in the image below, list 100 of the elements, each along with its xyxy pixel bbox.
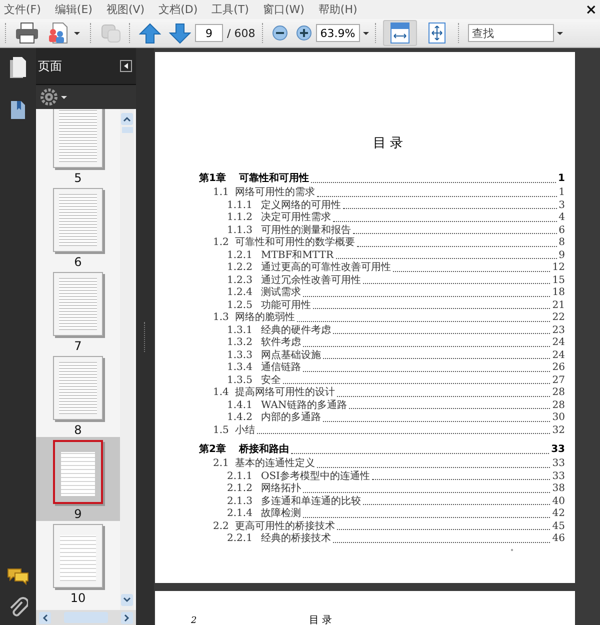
toc-number: 1.2: [213, 237, 230, 250]
toc-number: 2.2: [213, 520, 230, 533]
toc-page-number: 8: [558, 237, 565, 250]
toc-title-text[interactable]: 提高网络可用性的设计: [235, 387, 335, 400]
toc-number: 第1章: [199, 172, 227, 186]
page-label: 7: [74, 339, 82, 353]
panel-title: 页面: [38, 58, 62, 74]
toc-page-number: 22: [552, 312, 565, 324]
toc-title-text[interactable]: 网络拓扑: [261, 483, 301, 496]
toc-page-number: 27: [552, 374, 565, 387]
toc-title-text[interactable]: 通信链路: [261, 362, 301, 374]
toc-title-text[interactable]: MTBF和MTTR: [261, 250, 334, 262]
menu-item[interactable]: 编辑(E): [52, 2, 98, 17]
toc-title-text[interactable]: 通过更高的可靠性改善可用性: [261, 262, 391, 274]
toc-title-text[interactable]: 软件考虑: [261, 337, 301, 350]
menu-item[interactable]: 文件(F): [2, 2, 47, 17]
toc-number: 1.1.1: [227, 200, 254, 212]
toc-page-number: 1: [558, 187, 565, 200]
toc-number: 1.3.3: [227, 350, 254, 362]
toc-number: 第2章: [199, 443, 227, 457]
toc-number: 1.4.1: [227, 400, 254, 412]
menu-item[interactable]: 窗口(W): [260, 2, 310, 17]
page-count: / 608: [227, 26, 256, 40]
menu-item[interactable]: 文档(D): [156, 2, 204, 17]
toc-number: 1.4.2: [227, 412, 254, 424]
toc-title-text[interactable]: 故障检测: [261, 508, 301, 520]
toc-page-number: 3: [558, 200, 565, 212]
toc-title: 目 录: [372, 135, 404, 152]
toc-title-text[interactable]: 通过冗余性改善可用性: [261, 274, 361, 287]
toc-page-number: 15: [552, 274, 565, 287]
toc-page-number: 38: [552, 483, 565, 496]
toc-page-number: 33: [551, 443, 565, 457]
toc-title-text[interactable]: 定义网络的可用性: [261, 200, 341, 212]
toc-page-number: 40: [552, 496, 565, 508]
toc-page-number: 30: [552, 412, 565, 424]
menu-item[interactable]: 帮助(H): [316, 2, 364, 17]
toc-number: 1.3: [213, 312, 230, 324]
page-number: 2: [191, 616, 198, 625]
toc-title-text[interactable]: OSI参考模型中的连通性: [261, 470, 370, 483]
toc-number: 1.2.4: [227, 287, 254, 300]
menu-item[interactable]: 工具(T): [210, 2, 255, 17]
toc-title-text[interactable]: 经典的桥接技术: [261, 533, 331, 546]
toc-page-number: 32: [552, 424, 565, 437]
toc-title-text[interactable]: 功能可用性: [261, 300, 311, 312]
toc-page-number: 23: [552, 324, 565, 337]
toc-page-number: 33: [552, 458, 565, 470]
toc-title-text[interactable]: 决定可用性需求: [261, 212, 331, 224]
zoom-field[interactable]: 63.9%: [316, 24, 360, 42]
toc-number: 1.3.2: [227, 337, 254, 350]
page-label: 6: [74, 255, 82, 269]
toc-page-number: 4: [558, 212, 565, 224]
toc-title-text[interactable]: 桥接和路由: [239, 443, 289, 457]
toc-title-text[interactable]: 更高可用性的桥接技术: [235, 520, 335, 533]
toc-title-text[interactable]: 经典的硬件考虑: [261, 324, 331, 337]
toc-number: 1.2.5: [227, 300, 254, 312]
toc-page-number: 6: [558, 224, 565, 237]
search-field[interactable]: 查找: [468, 24, 554, 42]
toc-number: 1.4: [213, 387, 230, 400]
toc-number: 2.1.1: [227, 470, 254, 483]
toc-number: 1.1.3: [227, 224, 254, 236]
toc-number: 1.2.3: [227, 274, 254, 287]
toc-number: 1.2.2: [227, 262, 254, 274]
page-label: 5: [74, 171, 82, 185]
toc-page-number: 46: [552, 533, 565, 546]
running-header: 目 录: [309, 614, 332, 625]
page-label: 9: [74, 507, 82, 521]
page-label: 10: [70, 591, 86, 605]
toc-page-number: 45: [552, 520, 565, 533]
toc-number: 2.1.2: [227, 483, 254, 496]
toc-page-number: 24: [552, 337, 565, 350]
toc-title-text[interactable]: 可靠性和可用性: [239, 172, 309, 186]
toc-page-number: 24: [552, 350, 565, 362]
toc-page-number: 33: [552, 470, 565, 483]
toc-title-text[interactable]: 可靠性和可用性的数学概要: [235, 237, 355, 250]
toc-number: 1.3.1: [227, 324, 254, 337]
toc-title-text[interactable]: 安全: [261, 374, 281, 387]
menu-item[interactable]: 视图(V): [104, 2, 151, 17]
toc-title-text[interactable]: 小结: [235, 424, 255, 437]
toc-page-number: 1: [558, 172, 565, 186]
toc-page-number: 28: [552, 387, 565, 400]
page-label: 8: [74, 423, 82, 437]
toc-page-number: 26: [552, 362, 565, 374]
toc-title-text[interactable]: 网点基础设施: [261, 350, 321, 362]
toc-number: 2.2.1: [227, 533, 254, 546]
toc-number: 2.1: [213, 458, 230, 470]
toc-page-number: 28: [552, 400, 565, 412]
toc-number: 1.1.2: [227, 212, 254, 224]
toc-title-text[interactable]: 测试需求: [261, 287, 301, 300]
toc-page-number: 18: [552, 287, 565, 300]
toc-title-text[interactable]: 可用性的测量和报告: [261, 224, 351, 237]
toc-title-text[interactable]: WAN链路的多通路: [261, 400, 347, 412]
close-button[interactable]: ×: [585, 2, 597, 16]
toc-title-text[interactable]: 网络可用性的需求: [235, 187, 315, 200]
toc-number: 1.5: [213, 424, 230, 437]
page-number-field[interactable]: 9: [195, 24, 223, 42]
toc-title-text[interactable]: 多连通和单连通的比较: [261, 496, 361, 508]
toc-page-number: 12: [552, 262, 565, 274]
toc-title-text[interactable]: 基本的连通性定义: [235, 458, 315, 470]
toc-title-text[interactable]: 网络的脆弱性: [235, 312, 295, 324]
toc-title-text[interactable]: 内部的多通路: [261, 412, 321, 424]
